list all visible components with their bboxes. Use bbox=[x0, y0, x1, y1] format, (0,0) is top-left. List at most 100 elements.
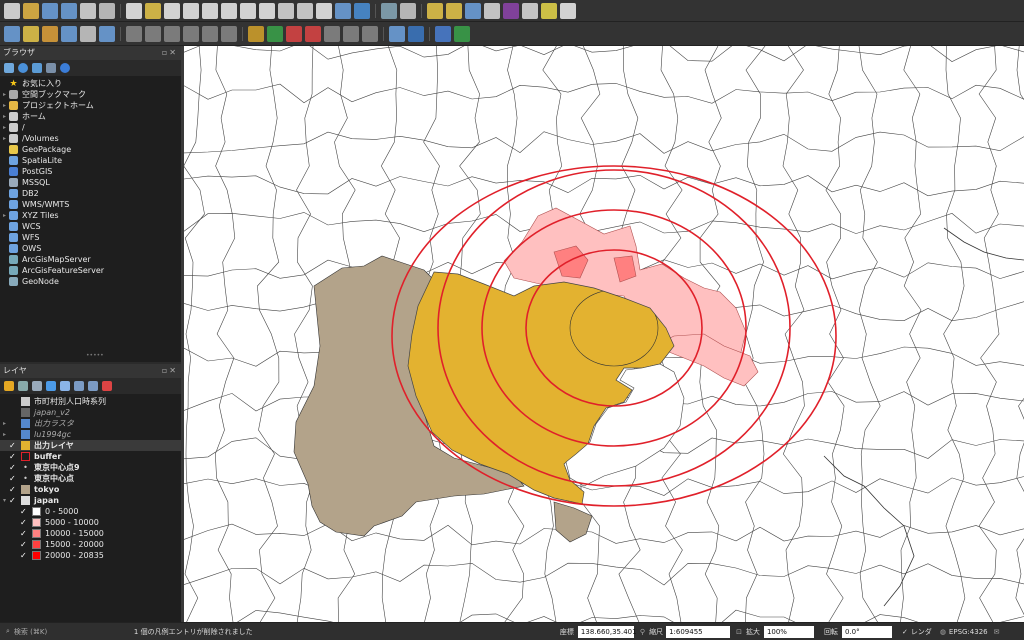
layer-visibility-checkbox[interactable]: ✓ bbox=[9, 452, 17, 461]
coordinate-field[interactable]: 138.660,35.401 bbox=[577, 625, 637, 638]
layer-visibility-checkbox[interactable] bbox=[9, 398, 17, 406]
expand-arrow-icon[interactable]: ▸ bbox=[0, 102, 9, 109]
label-rotate-icon[interactable] bbox=[324, 25, 340, 42]
diagram-icon[interactable] bbox=[362, 25, 378, 42]
legend-item[interactable]: ✓ 5000 - 10000 bbox=[0, 517, 181, 528]
plugin-icon[interactable] bbox=[389, 25, 405, 42]
legend-checkbox[interactable]: ✓ bbox=[20, 518, 28, 527]
expand-arrow-icon[interactable]: ▾ bbox=[0, 497, 9, 504]
browser-item[interactable]: WCS bbox=[0, 221, 181, 232]
locator-search[interactable]: 検索 (⌘K) bbox=[14, 627, 118, 637]
layer-visibility-checkbox[interactable]: ✓ bbox=[9, 485, 17, 494]
layout-manager-icon[interactable] bbox=[99, 2, 115, 19]
field-calc-icon[interactable] bbox=[484, 2, 500, 19]
browser-item[interactable]: GeoNode bbox=[0, 276, 181, 287]
georef-icon[interactable] bbox=[454, 25, 470, 42]
digitize-shape-icon[interactable] bbox=[99, 25, 115, 42]
measure-icon[interactable] bbox=[400, 2, 416, 19]
map-canvas[interactable] bbox=[184, 46, 1024, 622]
help-icon[interactable] bbox=[435, 25, 451, 42]
crs-label[interactable]: EPSG:4326 bbox=[949, 628, 988, 636]
measure-line-icon[interactable] bbox=[522, 2, 538, 19]
paste-icon[interactable] bbox=[183, 25, 199, 42]
legend-item[interactable]: ✓ 10000 - 15000 bbox=[0, 528, 181, 539]
filter-legend-icon[interactable] bbox=[46, 381, 56, 391]
layer-item[interactable]: ▾ ✓ japan bbox=[0, 495, 181, 506]
expand-arrow-icon[interactable]: ▸ bbox=[0, 135, 9, 142]
new-project-icon[interactable] bbox=[4, 2, 20, 19]
expand-arrow-icon[interactable]: ▸ bbox=[0, 91, 9, 98]
refresh-icon[interactable] bbox=[18, 63, 28, 73]
browser-item[interactable]: OWS bbox=[0, 243, 181, 254]
legend-item[interactable]: ✓ 20000 - 20835 bbox=[0, 550, 181, 561]
delete-feature-icon[interactable] bbox=[126, 25, 142, 42]
zoom-selection-icon[interactable] bbox=[240, 2, 256, 19]
browser-item[interactable]: ▸ プロジェクトホーム bbox=[0, 100, 181, 111]
zoom-last-icon[interactable] bbox=[278, 2, 294, 19]
browser-item[interactable]: ▸ /Volumes bbox=[0, 133, 181, 144]
cut-icon[interactable] bbox=[145, 25, 161, 42]
label-pin-icon[interactable] bbox=[267, 25, 283, 42]
refresh-icon[interactable] bbox=[354, 2, 370, 19]
pan-icon[interactable] bbox=[126, 2, 142, 19]
layer-visibility-checkbox[interactable]: ✓ bbox=[9, 496, 17, 505]
visibility-icon[interactable] bbox=[32, 381, 42, 391]
browser-item[interactable]: WFS bbox=[0, 232, 181, 243]
label-change-icon[interactable] bbox=[343, 25, 359, 42]
legend-checkbox[interactable]: ✓ bbox=[20, 507, 28, 516]
legend-item[interactable]: ✓ 0 - 5000 bbox=[0, 506, 181, 517]
edit-icon[interactable] bbox=[23, 25, 39, 42]
print-layout-icon[interactable] bbox=[80, 2, 96, 19]
messages-icon[interactable]: ✉ bbox=[994, 628, 1000, 636]
scale-lock-icon[interactable]: ⚲ bbox=[640, 628, 645, 636]
layer-item[interactable]: japan_v2 bbox=[0, 407, 181, 418]
render-checkbox[interactable]: ✓ bbox=[902, 628, 908, 636]
deselect-icon[interactable] bbox=[446, 2, 462, 19]
zoom-next-icon[interactable] bbox=[297, 2, 313, 19]
layer-item[interactable]: ✓ buffer bbox=[0, 451, 181, 462]
layer-item[interactable]: ✓ 出力レイヤ bbox=[0, 440, 181, 451]
layer-visibility-checkbox[interactable]: ✓ bbox=[9, 441, 17, 450]
undo-icon[interactable] bbox=[202, 25, 218, 42]
browser-item[interactable]: DB2 bbox=[0, 188, 181, 199]
panel-close-icon[interactable]: ▫✕ bbox=[162, 364, 181, 378]
digitize-icon[interactable] bbox=[4, 25, 20, 42]
collapse-all-icon[interactable] bbox=[46, 63, 56, 73]
expand-arrow-icon[interactable]: ▸ bbox=[0, 113, 9, 120]
label-show-icon[interactable] bbox=[286, 25, 302, 42]
attribute-table-icon[interactable] bbox=[465, 2, 481, 19]
zoom-out-icon[interactable] bbox=[183, 2, 199, 19]
layer-item[interactable]: 市町村別人口時系列 bbox=[0, 396, 181, 407]
layer-item[interactable]: ✓ • 東京中心点9 bbox=[0, 462, 181, 473]
copy-icon[interactable] bbox=[164, 25, 180, 42]
properties-icon[interactable] bbox=[60, 63, 70, 73]
browser-item[interactable]: WMS/WMTS bbox=[0, 199, 181, 210]
layer-visibility-checkbox[interactable] bbox=[9, 431, 17, 439]
expand-arrow-icon[interactable]: ▸ bbox=[0, 431, 9, 438]
label-move-icon[interactable] bbox=[305, 25, 321, 42]
browser-item[interactable]: ▸ ホーム bbox=[0, 111, 181, 122]
browser-item[interactable]: ★ お気に入り bbox=[0, 78, 181, 89]
magnifier-field[interactable]: 100% bbox=[763, 625, 814, 638]
layer-visibility-checkbox[interactable]: ✓ bbox=[9, 474, 17, 483]
rotation-field[interactable]: 0.0° bbox=[841, 625, 892, 638]
add-selected-icon[interactable] bbox=[4, 63, 14, 73]
browser-item[interactable]: MSSQL bbox=[0, 177, 181, 188]
browser-item[interactable]: ▸ XYZ Tiles bbox=[0, 210, 181, 221]
panel-close-icon[interactable]: ▫✕ bbox=[162, 46, 181, 60]
lock-icon[interactable]: ⊡ bbox=[736, 628, 742, 636]
add-feature-icon[interactable] bbox=[61, 25, 77, 42]
legend-checkbox[interactable]: ✓ bbox=[20, 551, 28, 560]
layer-item[interactable]: ▸ 出力ラスタ bbox=[0, 418, 181, 429]
vertex-tool-icon[interactable] bbox=[80, 25, 96, 42]
legend-item[interactable]: ✓ 15000 - 20000 bbox=[0, 539, 181, 550]
browser-item[interactable]: GeoPackage bbox=[0, 144, 181, 155]
current-edits-icon[interactable] bbox=[42, 25, 58, 42]
browser-item[interactable]: SpatiaLite bbox=[0, 155, 181, 166]
splitter-grip[interactable]: ••••• bbox=[86, 352, 104, 359]
legend-checkbox[interactable]: ✓ bbox=[20, 529, 28, 538]
show-bookmarks-icon[interactable] bbox=[335, 2, 351, 19]
layer-item[interactable]: ✓ tokyo bbox=[0, 484, 181, 495]
layer-style-icon[interactable] bbox=[4, 381, 14, 391]
browser-item[interactable]: ArcGisMapServer bbox=[0, 254, 181, 265]
